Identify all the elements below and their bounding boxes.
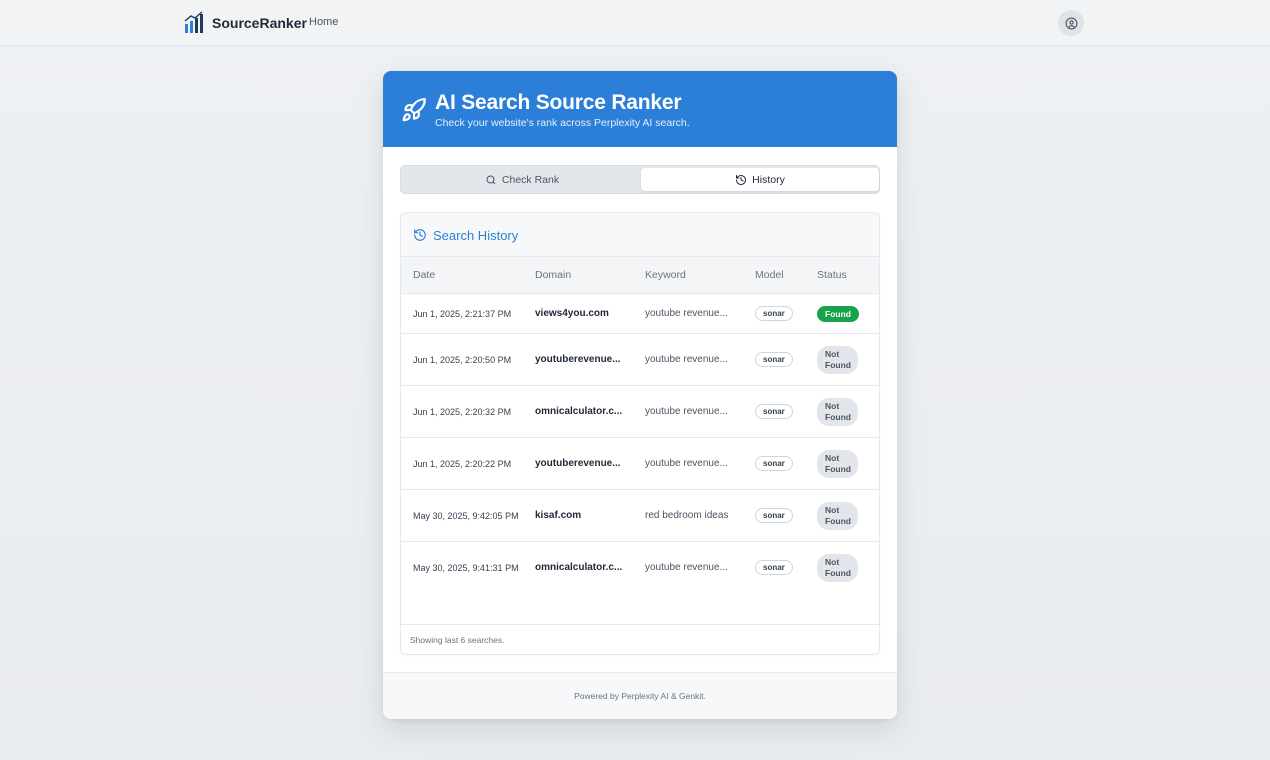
top-navbar: SourceRanker Home: [0, 0, 1270, 46]
status-badge-not-found: Not Found: [817, 398, 858, 426]
table-row[interactable]: Jun 1, 2025, 2:20:22 PM youtuberevenue..…: [401, 438, 879, 490]
bar-chart-icon: [184, 11, 203, 33]
row-keyword: youtube revenue...: [645, 562, 728, 573]
model-badge: sonar: [755, 560, 793, 575]
rocket-icon: [402, 98, 426, 122]
column-header-status: Status: [817, 269, 847, 281]
search-history-panel: Search History Date Domain Keyword Model…: [400, 212, 880, 655]
column-header-date: Date: [413, 269, 436, 281]
panel-title: Search History: [433, 228, 519, 243]
history-icon: [414, 229, 426, 241]
row-keyword: youtube revenue...: [645, 406, 728, 417]
status-line-2: Found: [825, 412, 851, 422]
table-row[interactable]: May 30, 2025, 9:41:31 PM omnicalculator.…: [401, 542, 879, 594]
model-badge: sonar: [755, 306, 793, 321]
status-line-2: Found: [825, 568, 851, 578]
row-keyword: youtube revenue...: [645, 354, 728, 365]
table-row[interactable]: Jun 1, 2025, 2:20:50 PM youtuberevenue..…: [401, 334, 879, 386]
tab-check-rank[interactable]: Check Rank: [403, 168, 641, 191]
row-date: May 30, 2025, 9:41:31 PM: [413, 563, 519, 573]
table-header: Date Domain Keyword Model Status: [401, 257, 879, 294]
tab-check-rank-label: Check Rank: [501, 173, 560, 186]
table-row[interactable]: Jun 1, 2025, 2:20:32 PM omnicalculator.c…: [401, 386, 879, 438]
tab-history[interactable]: History: [641, 168, 879, 191]
row-date: Jun 1, 2025, 2:21:37 PM: [413, 309, 512, 319]
row-date: May 30, 2025, 9:42:05 PM: [413, 511, 519, 521]
column-header-keyword: Keyword: [645, 269, 686, 281]
status-line-2: Found: [825, 360, 851, 370]
row-domain: omnicalculator.c...: [535, 406, 623, 417]
nav-home-link[interactable]: Home: [309, 16, 338, 28]
status-line-1: Not: [825, 557, 840, 567]
row-keyword: youtube revenue...: [645, 308, 728, 319]
brand-name: SourceRanker: [212, 14, 307, 31]
row-domain: youtuberevenue...: [535, 458, 621, 469]
panel-footer: Showing last 6 searches.: [401, 624, 879, 654]
row-keyword: youtube revenue...: [645, 458, 728, 469]
row-domain: kisaf.com: [535, 510, 582, 521]
status-line-1: Not: [825, 505, 840, 515]
model-badge: sonar: [755, 404, 793, 419]
powered-by-text: Powered by Perplexity AI & Genkit.: [574, 691, 706, 701]
brand-link[interactable]: SourceRanker: [184, 11, 307, 34]
row-domain: views4you.com: [535, 308, 609, 319]
ranker-card: AI Search Source Ranker Check your websi…: [383, 71, 897, 719]
status-badge-found: Found: [817, 306, 859, 322]
status-line-2: Found: [825, 516, 851, 526]
status-badge-not-found: Not Found: [817, 502, 858, 530]
page-subtitle: Check your website's rank across Perplex…: [435, 117, 690, 129]
row-date: Jun 1, 2025, 2:20:22 PM: [413, 459, 512, 469]
search-icon: [486, 175, 496, 184]
model-badge: sonar: [755, 456, 793, 471]
status-badge-not-found: Not Found: [817, 450, 858, 478]
history-count-text: Showing last 6 searches.: [410, 635, 505, 645]
row-keyword: red bedroom ideas: [645, 510, 729, 521]
card-footer: Powered by Perplexity AI & Genkit.: [383, 672, 897, 719]
status-line-1: Not: [825, 349, 840, 359]
column-header-model: Model: [755, 269, 784, 281]
table-row[interactable]: Jun 1, 2025, 2:21:37 PM views4you.com yo…: [401, 294, 879, 334]
status-badge-not-found: Not Found: [817, 346, 858, 374]
status-line-1: Not: [825, 453, 840, 463]
tab-list: Check Rank History: [400, 165, 880, 194]
model-badge: sonar: [755, 352, 793, 367]
account-button[interactable]: [1058, 10, 1084, 36]
card-header: AI Search Source Ranker Check your websi…: [383, 71, 897, 147]
model-badge: sonar: [755, 508, 793, 523]
status-line-1: Not: [825, 401, 840, 411]
panel-header: Search History: [401, 213, 879, 257]
table-row[interactable]: May 30, 2025, 9:42:05 PM kisaf.com red b…: [401, 490, 879, 542]
history-icon: [736, 174, 747, 185]
row-date: Jun 1, 2025, 2:20:32 PM: [413, 407, 512, 417]
tab-history-label: History: [752, 173, 785, 186]
status-badge-not-found: Not Found: [817, 554, 858, 582]
row-domain: youtuberevenue...: [535, 354, 621, 365]
column-header-domain: Domain: [535, 269, 572, 281]
status-line-2: Found: [825, 464, 851, 474]
row-date: Jun 1, 2025, 2:20:50 PM: [413, 355, 512, 365]
row-domain: omnicalculator.c...: [535, 562, 623, 573]
user-circle-icon: [1065, 17, 1077, 29]
page-title: AI Search Source Ranker: [435, 91, 682, 114]
